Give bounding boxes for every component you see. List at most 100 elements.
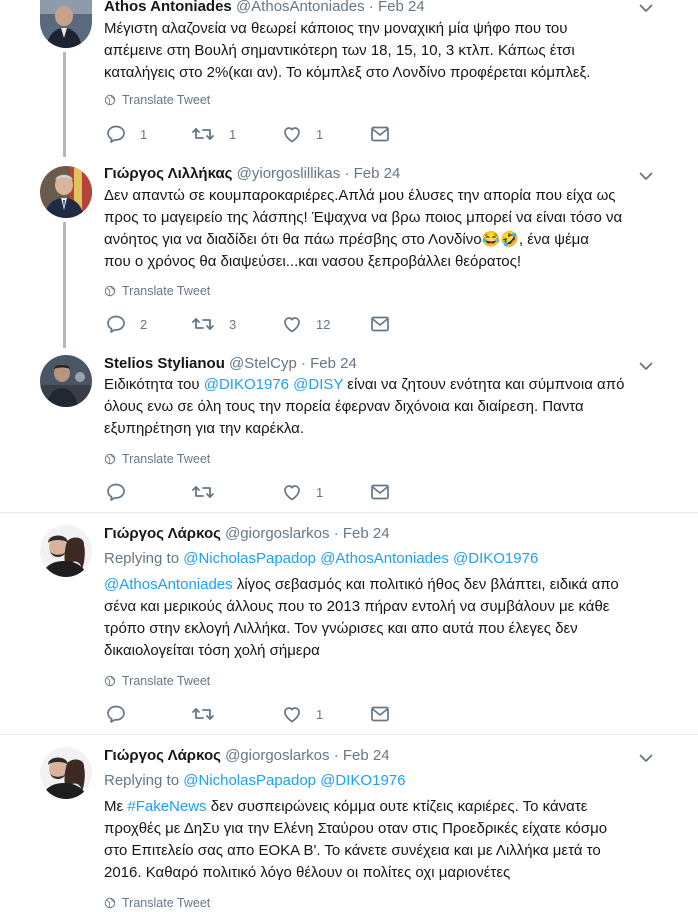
tweet-text-line: απέμεινε στη Βουλή σημαντικότερη των 18,…: [104, 42, 575, 59]
user-handle[interactable]: @giorgoslarkos: [225, 747, 329, 764]
translate-tweet-link[interactable]: Translate Tweet: [104, 284, 210, 298]
mail-icon: [370, 482, 390, 502]
globe-icon: [104, 453, 116, 465]
retweet-icon: [191, 482, 215, 502]
display-name[interactable]: Γιώργος Λάρκος: [104, 525, 221, 542]
user-handle[interactable]: @AthosAntoniades: [236, 0, 365, 15]
tweet-date[interactable]: Feb 24: [378, 0, 425, 15]
tweet-text-line: τρόπο στην εκλογή Λιλλήκα. Τον γνώρισες …: [104, 620, 578, 637]
avatar[interactable]: [40, 166, 92, 218]
translate-label: Translate Tweet: [122, 674, 211, 688]
tweet-text-line: όλους ενω σε όλη τους την πορεία έφερναν…: [104, 398, 584, 415]
translate-tweet-link[interactable]: Translate Tweet: [104, 674, 210, 688]
globe-icon: [104, 897, 116, 909]
chevron-down-icon[interactable]: [638, 358, 654, 374]
tweet-header: Γιώργος Λάρκος @giorgoslarkos · Feb 24: [104, 747, 390, 765]
tweet-text: Μέγιστη αλαζονεία να θεωρεί κάποιος την …: [104, 18, 664, 84]
separator-dot: ·: [333, 747, 339, 764]
separator-dot: ·: [300, 355, 306, 372]
tweet-date[interactable]: Feb 24: [343, 525, 390, 542]
tweet-divider: [0, 512, 698, 513]
user-handle[interactable]: @giorgoslarkos: [225, 525, 329, 542]
heart-icon: [282, 482, 302, 502]
tweet-date[interactable]: Feb 24: [343, 747, 390, 764]
direct-message-button[interactable]: [370, 482, 390, 502]
tweet-header: Stelios Stylianou @StelCyp · Feb 24: [104, 355, 357, 373]
avatar[interactable]: [40, 355, 92, 407]
mention-link[interactable]: @DISY: [293, 376, 343, 393]
avatar[interactable]: [40, 747, 92, 799]
retweet-button[interactable]: [191, 482, 215, 502]
retweet-button[interactable]: [191, 704, 215, 724]
replying-to: Replying to @NicholasPapadop @AthosAnton…: [104, 549, 538, 569]
retweet-count: 1: [229, 126, 237, 142]
reply-icon: [106, 704, 126, 724]
heart-icon: [282, 704, 302, 724]
reply-button[interactable]: 2: [106, 314, 147, 334]
mention-link[interactable]: @DIKO1976: [320, 772, 405, 789]
display-name[interactable]: Γιώργος Λιλλήκας: [104, 165, 232, 182]
translate-tweet-link[interactable]: Translate Tweet: [104, 452, 210, 466]
like-count: 1: [316, 484, 324, 500]
mention-link[interactable]: @DIKO1976: [453, 550, 538, 567]
reply-button[interactable]: [106, 482, 126, 502]
mail-icon: [370, 704, 390, 724]
translate-tweet-link[interactable]: Translate Tweet: [104, 93, 210, 107]
mention-link[interactable]: @NicholasPapadop: [183, 550, 316, 567]
user-handle[interactable]: @StelCyp: [229, 355, 297, 372]
tweet-text-line: σένα και μερικούς άλλους που το 2013 πήρ…: [104, 598, 610, 615]
tweet-date[interactable]: Feb 24: [354, 165, 401, 182]
tweet-header: Athos Antoniades @AthosAntoniades · Feb …: [104, 0, 425, 16]
reply-button[interactable]: 1: [106, 124, 147, 144]
reply-icon: [106, 124, 126, 144]
chevron-down-icon[interactable]: [638, 750, 654, 766]
avatar[interactable]: [40, 0, 92, 48]
display-name[interactable]: Γιώργος Λάρκος: [104, 747, 221, 764]
hashtag-link[interactable]: #FakeNews: [127, 798, 206, 815]
mail-icon: [370, 124, 390, 144]
tweet-text: Με #FakeNews δεν συσπειρώνεις κόμμα ουτε…: [104, 796, 664, 884]
reply-icon: [106, 314, 126, 334]
reply-count: 2: [140, 316, 148, 332]
tweet-text-line: στο Επιτελείο σας απο ΕΟΚΑ Β'. Το κάνετε…: [104, 842, 601, 859]
direct-message-button[interactable]: [370, 124, 390, 144]
thread-line: [63, 222, 66, 348]
text-segment: είναι να ζητουν ενότητα και σύμπνοια από: [343, 376, 625, 393]
display-name[interactable]: Stelios Stylianou: [104, 355, 225, 372]
like-button[interactable]: 1: [282, 704, 323, 724]
retweet-button[interactable]: 3: [191, 314, 236, 334]
tweet-text: @AthosAntoniades λίγος σεβασμός και πολι…: [104, 574, 664, 662]
mention-link[interactable]: @NicholasPapadop: [183, 772, 316, 789]
tweet-text-line: ανόητος για να διαδίδει ότι θα πάω πρέσβ…: [104, 231, 589, 248]
retweet-count: 3: [229, 316, 237, 332]
mention-link[interactable]: @DIKO1976: [204, 376, 289, 393]
avatar[interactable]: [40, 525, 92, 577]
direct-message-button[interactable]: [370, 314, 390, 334]
direct-message-button[interactable]: [370, 704, 390, 724]
replying-to-label: Replying to: [104, 550, 180, 567]
reply-button[interactable]: [106, 704, 126, 724]
like-button[interactable]: 1: [282, 124, 323, 144]
chevron-down-icon[interactable]: [638, 168, 654, 184]
mail-icon: [370, 314, 390, 334]
like-count: 12: [316, 316, 331, 332]
tweet-text: Ειδικότητα του @DIKO1976 @DISY είναι να …: [104, 374, 664, 440]
display-name[interactable]: Athos Antoniades: [104, 0, 232, 15]
tweet-text-line: @AthosAntoniades λίγος σεβασμός και πολι…: [104, 574, 664, 596]
translate-label: Translate Tweet: [122, 284, 211, 298]
like-button[interactable]: 1: [282, 482, 323, 502]
mention-link[interactable]: @AthosAntoniades: [104, 576, 233, 593]
like-count: 1: [316, 706, 324, 722]
retweet-icon: [191, 314, 215, 334]
tweet-date[interactable]: Feb 24: [310, 355, 357, 372]
tweet-header: Γιώργος Λάρκος @giorgoslarkos · Feb 24: [104, 525, 390, 543]
user-handle[interactable]: @yiorgoslillikas: [237, 165, 341, 182]
reply-count: 1: [140, 126, 148, 142]
replying-to: Replying to @NicholasPapadop @DIKO1976: [104, 771, 405, 791]
translate-tweet-link[interactable]: Translate Tweet: [104, 896, 210, 910]
mention-link[interactable]: @AthosAntoniades: [320, 550, 449, 567]
chevron-down-icon[interactable]: [638, 0, 654, 16]
heart-icon: [282, 314, 302, 334]
like-button[interactable]: 12: [282, 314, 330, 334]
retweet-button[interactable]: 1: [191, 124, 236, 144]
